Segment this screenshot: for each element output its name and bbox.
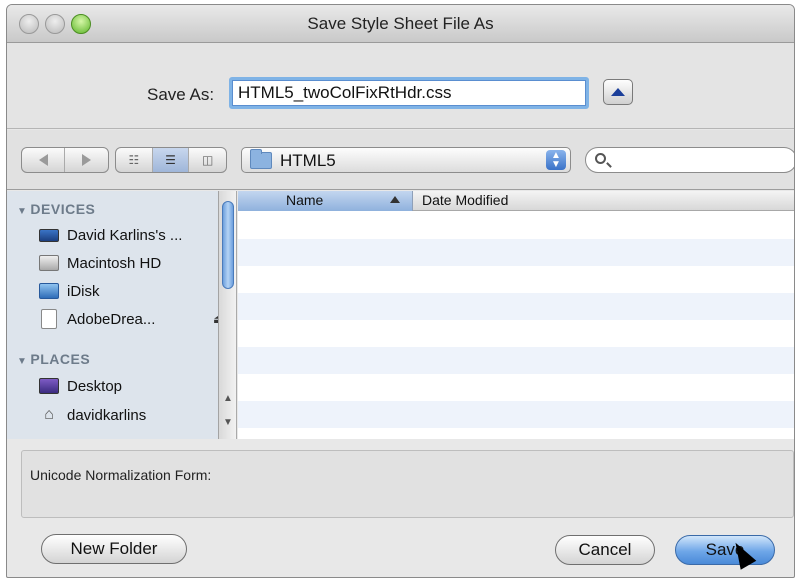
browser-toolbar: ☷ ☰ ◫ HTML5 ▲ ▼ <box>7 130 794 190</box>
sidebar-scrollbar[interactable]: ▲ ▼ <box>219 191 237 439</box>
icon-view-icon: ☷ <box>128 153 140 167</box>
disclosure-triangle-icon: ▼ <box>17 356 28 367</box>
laptop-icon <box>39 228 59 242</box>
window-title: Save Style Sheet File As <box>307 14 494 33</box>
desktop-icon <box>39 378 59 394</box>
back-button[interactable] <box>22 148 66 172</box>
new-folder-button[interactable]: New Folder <box>41 534 187 564</box>
save-as-area: Save As: <box>7 43 794 129</box>
location-label: HTML5 <box>280 151 336 170</box>
idisk-icon <box>39 283 59 299</box>
save-dialog: Save Style Sheet File As Save As: ☷ ☰ ◫ … <box>6 4 795 578</box>
scroll-up-icon[interactable]: ▲ <box>223 393 233 404</box>
forward-button[interactable] <box>65 148 108 172</box>
save-button[interactable]: Save <box>675 535 775 565</box>
file-row-empty <box>238 374 794 401</box>
file-row-empty <box>238 293 794 320</box>
file-row-empty <box>238 347 794 374</box>
file-row-empty <box>238 320 794 347</box>
disclosure-triangle-icon: ▼ <box>17 206 28 217</box>
disk-image-icon <box>41 309 57 329</box>
file-list-header: Name Date Modified <box>238 191 794 211</box>
sidebar-header-places[interactable]: ▼ PLACES <box>17 351 90 367</box>
location-popup[interactable]: HTML5 ▲ ▼ <box>241 147 571 173</box>
home-icon: ⌂ <box>44 406 54 423</box>
expand-dialog-button[interactable] <box>603 79 633 105</box>
sidebar-item-david-karlins[interactable]: David Karlins's ... <box>39 224 218 246</box>
sidebar-header-devices[interactable]: ▼ DEVICES <box>17 201 95 217</box>
file-row-empty <box>238 401 794 428</box>
unicode-normalization-label: Unicode Normalization Form: <box>30 467 212 483</box>
file-row-empty <box>238 212 794 239</box>
file-list: Name Date Modified <box>238 191 794 439</box>
sort-ascending-icon <box>390 196 400 203</box>
history-navigation <box>21 147 109 173</box>
cancel-button[interactable]: Cancel <box>555 535 655 565</box>
list-view-button[interactable]: ☰ <box>152 148 190 172</box>
sidebar: ▼ DEVICES David Karlins's ... Macintosh H… <box>7 191 219 439</box>
title-bar: Save Style Sheet File As <box>7 5 794 43</box>
back-arrow-icon <box>38 154 48 166</box>
folder-icon <box>250 149 272 169</box>
list-view-icon: ☰ <box>165 153 176 167</box>
scroll-down-icon[interactable]: ▼ <box>223 417 233 428</box>
sidebar-item-davidkarlins[interactable]: ⌂ davidkarlins <box>39 404 218 426</box>
search-field[interactable] <box>585 147 794 173</box>
sidebar-scroll-thumb[interactable] <box>222 201 234 289</box>
popup-stepper-icon: ▲ ▼ <box>546 150 566 170</box>
unicode-normalization-panel: Unicode Normalization Form: <box>21 450 794 518</box>
column-view-icon: ◫ <box>202 153 214 167</box>
icon-view-button[interactable]: ☷ <box>116 148 153 172</box>
column-header-date-modified[interactable]: Date Modified <box>422 192 508 208</box>
sidebar-item-desktop[interactable]: Desktop <box>39 375 218 397</box>
filename-input[interactable] <box>229 77 589 109</box>
view-mode-switcher: ☷ ☰ ◫ <box>115 147 227 173</box>
sidebar-item-macintosh-hd[interactable]: Macintosh HD <box>39 252 218 274</box>
save-as-label: Save As: <box>147 85 215 104</box>
column-header-name[interactable]: Name <box>238 191 413 211</box>
forward-arrow-icon <box>82 154 91 166</box>
file-row-empty <box>238 266 794 293</box>
file-row-empty <box>238 239 794 266</box>
sidebar-item-idisk[interactable]: iDisk <box>39 280 218 302</box>
hard-drive-icon <box>39 255 59 271</box>
search-icon <box>595 153 606 164</box>
collapse-arrow-icon <box>611 88 625 96</box>
sidebar-item-adobedrea[interactable]: AdobeDrea...⏏ <box>39 308 218 330</box>
column-view-button[interactable]: ◫ <box>189 148 226 172</box>
